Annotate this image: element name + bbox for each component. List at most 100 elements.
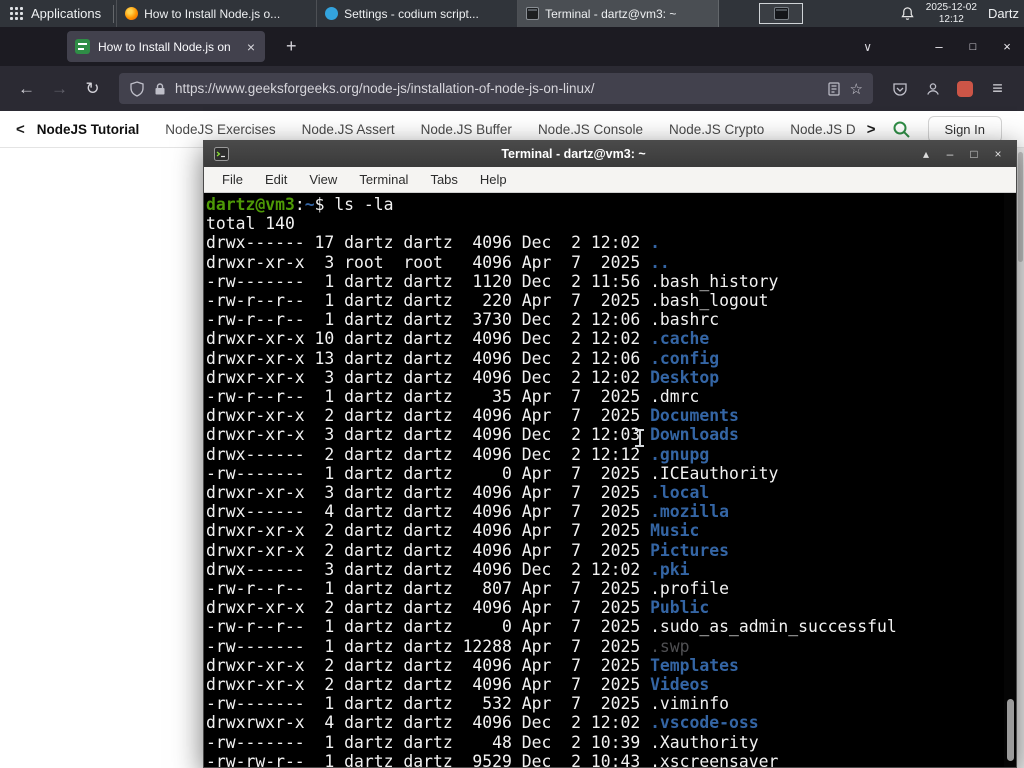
terminal-output-line: -rw------- 1 dartz dartz 48 Dec 2 10:39 … xyxy=(206,732,759,752)
terminal-scrollbar[interactable] xyxy=(1004,193,1016,767)
terminal-output-line: drwxr-xr-x 2 dartz dartz 4096 Apr 7 2025… xyxy=(206,521,700,541)
file-name: .sudo_as_admin_successful xyxy=(650,617,897,637)
reader-mode-icon[interactable] xyxy=(826,81,842,97)
window-close-button[interactable]: × xyxy=(990,39,1024,54)
terminal-output-line: -rw-rw-r-- 1 dartz dartz 9529 Dec 2 10:4… xyxy=(206,752,1016,767)
bookmark-star-icon[interactable]: ☆ xyxy=(850,80,863,98)
file-name: .swp xyxy=(650,636,690,656)
terminal-menu-terminal[interactable]: Terminal xyxy=(359,172,408,187)
file-name: .gnupg xyxy=(650,444,710,464)
window-minimize-button[interactable]: – xyxy=(922,39,956,54)
url-bar[interactable]: https://www.geeksforgeeks.org/node-js/in… xyxy=(119,73,873,104)
terminal-menu-help[interactable]: Help xyxy=(480,172,507,187)
prompt-dollar: $ xyxy=(314,195,335,214)
file-name: .. xyxy=(650,252,670,272)
panel-window-button[interactable]: Settings - codium script... xyxy=(317,0,519,27)
sign-in-button[interactable]: Sign In xyxy=(927,115,1002,143)
terminal-output-line: drwxr-xr-x 3 dartz dartz 4096 Dec 2 12:0… xyxy=(206,425,739,445)
terminal-menubar: File Edit View Terminal Tabs Help xyxy=(204,167,1016,193)
file-name: .config xyxy=(650,348,720,368)
terminal-output-line: drwxr-xr-x 2 dartz dartz 4096 Apr 7 2025… xyxy=(206,406,739,426)
nav-scroll-left-icon[interactable]: < xyxy=(10,121,31,138)
file-name: .viminfo xyxy=(650,694,730,714)
lock-icon[interactable] xyxy=(153,82,167,96)
account-icon[interactable] xyxy=(916,74,949,104)
panel-username[interactable]: Dartz xyxy=(988,6,1019,21)
file-name: .bash_history xyxy=(650,271,779,291)
site-nav-item[interactable]: NodeJS Tutorial xyxy=(37,122,140,137)
terminal-icon xyxy=(526,7,540,20)
workspace-switcher[interactable] xyxy=(759,3,804,24)
file-name: Documents xyxy=(650,406,739,426)
file-name: .xscreensaver xyxy=(650,751,779,767)
terminal-minimize-button[interactable]: – xyxy=(938,147,962,161)
notification-bell-icon[interactable] xyxy=(900,6,915,21)
prompt-user-host: dartz@vm3 xyxy=(206,195,295,214)
firefox-icon xyxy=(125,7,139,20)
file-name: .ICEauthority xyxy=(650,463,779,483)
page-scrollbar[interactable] xyxy=(1017,148,1024,768)
window-button-title: How to Install Node.js o... xyxy=(144,6,281,21)
applications-grid-icon xyxy=(10,7,23,20)
site-nav-item[interactable]: Node.JS DNS xyxy=(790,122,854,137)
file-name: Templates xyxy=(650,655,739,675)
pocket-icon[interactable] xyxy=(883,74,916,104)
terminal-scrollbar-thumb[interactable] xyxy=(1007,699,1014,761)
reload-button[interactable]: ↻ xyxy=(76,74,109,104)
terminal-menu-tabs[interactable]: Tabs xyxy=(430,172,457,187)
panel-window-button[interactable]: Terminal - dartz@vm3: ~ xyxy=(518,0,720,27)
terminal-output-line: drwx------ 2 dartz dartz 4096 Dec 2 12:1… xyxy=(206,444,710,464)
nav-scroll-right-icon[interactable]: > xyxy=(861,121,882,138)
new-tab-button[interactable]: + xyxy=(277,34,306,59)
window-button-title: Settings - codium script... xyxy=(344,6,479,21)
browser-tab[interactable]: How to Install Node.js on × xyxy=(67,31,265,62)
file-name: Desktop xyxy=(650,367,720,387)
file-name: Downloads xyxy=(650,425,739,445)
terminal-shade-button[interactable]: ▴ xyxy=(914,147,938,161)
terminal-prompt-line: dartz@vm3:~$ ls -la xyxy=(206,195,1016,214)
search-icon[interactable] xyxy=(882,119,920,139)
terminal-output-line: drwxr-xr-x 2 dartz dartz 4096 Apr 7 2025… xyxy=(206,675,710,695)
terminal-output-line: drwxr-xr-x 13 dartz dartz 4096 Dec 2 12:… xyxy=(206,348,720,368)
applications-menu-button[interactable]: Applications xyxy=(0,0,111,27)
site-nav-item[interactable]: Node.JS Buffer xyxy=(421,122,512,137)
terminal-titlebar[interactable]: Terminal - dartz@vm3: ~ ▴ – □ × xyxy=(204,141,1016,167)
clock-time: 12:12 xyxy=(938,13,964,25)
file-name: .vscode-oss xyxy=(650,713,759,733)
typed-command: ls -la xyxy=(334,195,394,214)
hamburger-menu-icon[interactable]: ≡ xyxy=(981,74,1014,104)
file-name: .Xauthority xyxy=(650,732,759,752)
top-panel: Applications How to Install Node.js o...… xyxy=(0,0,1024,27)
terminal-output-line: drwxr-xr-x 2 dartz dartz 4096 Apr 7 2025… xyxy=(206,655,739,675)
site-nav-item[interactable]: NodeJS Exercises xyxy=(165,122,275,137)
window-maximize-button[interactable]: □ xyxy=(956,41,990,53)
terminal-title: Terminal - dartz@vm3: ~ xyxy=(501,147,646,161)
browser-tab-bar: How to Install Node.js on × + ∨ – □ × xyxy=(0,27,1024,66)
back-button[interactable]: ← xyxy=(10,74,43,104)
terminal-maximize-button[interactable]: □ xyxy=(962,147,986,161)
terminal-output-line: -rw------- 1 dartz dartz 0 Apr 7 2025 .I… xyxy=(206,463,779,483)
page-scrollbar-thumb[interactable] xyxy=(1018,152,1023,262)
file-name: .local xyxy=(650,483,710,503)
terminal-output-line: -rw------- 1 dartz dartz 12288 Apr 7 202… xyxy=(206,636,690,656)
file-name: Music xyxy=(650,521,700,541)
terminal-close-button[interactable]: × xyxy=(986,147,1010,161)
panel-tray: 2025-12-02 12:12 Dartz xyxy=(900,2,1024,26)
tracking-protection-shield-icon[interactable] xyxy=(129,80,145,97)
site-nav-item[interactable]: Node.JS Crypto xyxy=(669,122,764,137)
panel-window-button[interactable]: How to Install Node.js o... xyxy=(116,0,318,27)
panel-clock[interactable]: 2025-12-02 12:12 xyxy=(926,2,977,26)
extension-icon[interactable] xyxy=(957,80,973,97)
terminal-window: Terminal - dartz@vm3: ~ ▴ – □ × File Edit… xyxy=(203,140,1017,768)
tab-close-icon[interactable]: × xyxy=(245,39,257,55)
tabs-dropdown-button[interactable]: ∨ xyxy=(853,40,882,54)
site-nav-item[interactable]: Node.JS Assert xyxy=(302,122,395,137)
terminal-menu-edit[interactable]: Edit xyxy=(265,172,287,187)
terminal-menu-view[interactable]: View xyxy=(309,172,337,187)
file-name: Pictures xyxy=(650,540,730,560)
forward-button[interactable]: → xyxy=(43,74,76,104)
terminal-screen[interactable]: dartz@vm3:~$ ls -la total 140 drwx------… xyxy=(204,193,1016,767)
panel-separator xyxy=(113,4,115,23)
site-nav-item[interactable]: Node.JS Console xyxy=(538,122,643,137)
terminal-menu-file[interactable]: File xyxy=(222,172,243,187)
